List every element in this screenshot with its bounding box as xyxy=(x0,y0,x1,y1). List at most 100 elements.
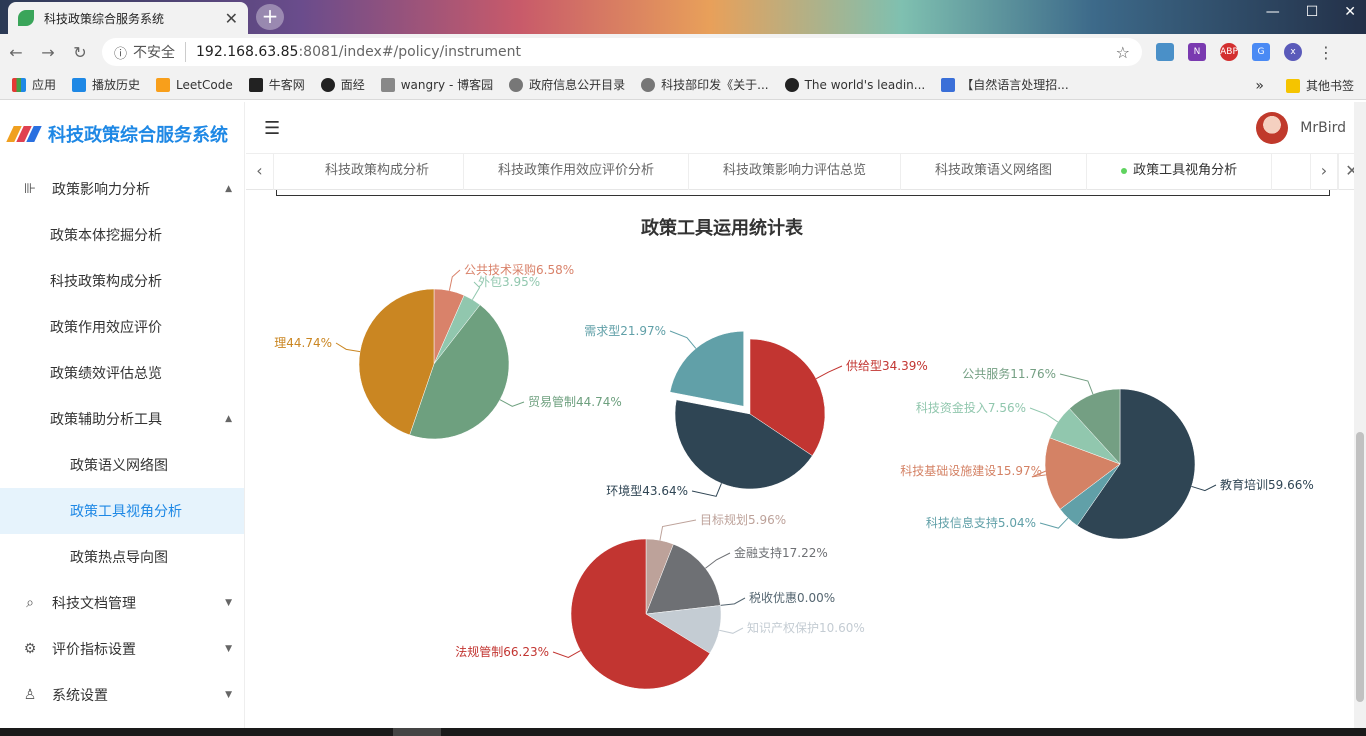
minimize-icon[interactable]: — xyxy=(1266,4,1280,20)
user-icon: ♙ xyxy=(23,687,37,703)
user-menu[interactable]: MrBird xyxy=(1256,112,1346,144)
scrollbar-thumb[interactable] xyxy=(1356,432,1364,702)
bookmark-mianjing[interactable]: 面经 xyxy=(320,76,365,93)
chevron-up-icon: ▲ xyxy=(225,414,232,424)
sidebar-item[interactable]: 政策辅助分析工具 ▲ xyxy=(0,396,244,442)
info-icon[interactable]: ⓘ xyxy=(114,43,127,62)
bookmark-apps[interactable]: 应用 xyxy=(12,76,56,93)
sidebar-item[interactable]: ⌕ 科技文档管理 ▼ xyxy=(0,580,244,626)
bookmark-nlp[interactable]: 【自然语言处理招... xyxy=(941,76,1069,93)
browser-tab-title: 科技政策综合服务系统 xyxy=(44,11,165,26)
pie-label: 知识产权保护10.60% xyxy=(747,621,865,635)
sidebar-menu: ⊪ 政策影响力分析 ▲ 政策本体挖掘分析科技政策构成分析政策作用效应评价 政策绩效评估总… xyxy=(0,166,244,718)
sidebar-item-label: 政策工具视角分析 xyxy=(70,504,182,520)
tabs-scroll-right-icon[interactable]: › xyxy=(1310,154,1338,190)
sidebar-item[interactable]: 科技政策构成分析 xyxy=(0,258,244,304)
extension-onenote-icon[interactable]: N xyxy=(1188,43,1206,61)
app-title: 科技政策综合服务系统 xyxy=(48,125,228,146)
sidebar-item[interactable]: 政策热点导向图 xyxy=(0,534,244,580)
tv-icon xyxy=(72,77,87,92)
menu-toggle-icon[interactable]: ☰ xyxy=(264,118,280,139)
bookmarks-bar: 应用 播放历史 LeetCode 牛客网 面经 wangry - 博客园 政府信… xyxy=(0,70,1366,100)
bookmark-history[interactable]: 播放历史 xyxy=(72,76,140,93)
bookmark-cnblogs[interactable]: wangry - 博客园 xyxy=(380,76,493,93)
sidebar-item[interactable]: ⚙ 评价指标设置 ▼ xyxy=(0,626,244,672)
pie-leader-line xyxy=(1029,407,1059,423)
pie-leader-line xyxy=(659,519,697,541)
page-tab[interactable]: 科技政策语义网络图 xyxy=(901,154,1088,190)
pie-label: 环境型43.64% xyxy=(606,483,688,498)
bookmark-label: The world's leadin... xyxy=(804,77,926,92)
gear-icon: ⚙ xyxy=(23,641,37,657)
bookmark-star-icon[interactable]: ☆ xyxy=(1116,43,1130,62)
sidebar-item-label: 政策作用效应评价 xyxy=(50,320,162,336)
page-tab[interactable]: 科技政策作用效应评价分析 xyxy=(464,154,690,190)
sidebar-item[interactable]: 政策作用效应评价 xyxy=(0,304,244,350)
sidebar-item-label: 系统设置 xyxy=(52,688,108,704)
sidebar-item-label: 政策绩效评估总览 xyxy=(50,366,162,382)
pie-charts: 公共技术采购6.58%外包3.95%贸易管制44.74%理44.74%供给型34… xyxy=(274,262,1314,690)
browser-tab-strip: 科技政策综合服务系统 ✕ + — ☐ ✕ xyxy=(0,0,1366,34)
new-tab-button[interactable]: + xyxy=(256,4,284,30)
sidebar-item[interactable]: 政策绩效评估总览 xyxy=(0,350,244,396)
main-content: 政策工具运用统计表 公共技术采购6.58% 外包3.95% 贸易管制44.74% 理4… xyxy=(252,198,1354,728)
chart-icon: ⊪ xyxy=(23,181,37,197)
sidebar-item[interactable]: ⊪ 政策影响力分析 ▲ xyxy=(0,166,244,212)
bookmark-label: LeetCode xyxy=(176,77,233,92)
sidebar: 科技政策综合服务系统 ⊪ 政策影响力分析 ▲ 政策本体挖掘分析科技政策构成分析政策作用… xyxy=(0,102,245,728)
browser-tab[interactable]: 科技政策综合服务系统 ✕ xyxy=(8,2,248,34)
bookmark-leetcode[interactable]: LeetCode xyxy=(156,77,233,92)
app-logo[interactable]: 科技政策综合服务系统 xyxy=(0,102,244,166)
github-icon xyxy=(784,77,799,92)
pie-leader-line xyxy=(719,627,744,634)
sidebar-item-label: 政策影响力分析 xyxy=(52,182,150,198)
back-icon[interactable]: ← xyxy=(0,43,32,62)
close-tab-icon[interactable]: ✕ xyxy=(225,9,238,28)
other-bookmarks[interactable]: 其他书签 xyxy=(1306,77,1354,94)
chrome-menu-icon[interactable]: ⋮ xyxy=(1318,43,1334,62)
close-window-icon[interactable]: ✕ xyxy=(1344,4,1356,20)
url-input[interactable]: ⓘ 不安全 192.168.63.85 :8081/index#/policy/… xyxy=(102,38,1142,66)
page-scrollbar[interactable] xyxy=(1354,102,1366,728)
pie-label: 供给型34.39% xyxy=(846,359,928,373)
maximize-icon[interactable]: ☐ xyxy=(1306,4,1319,20)
pie-slice[interactable] xyxy=(669,331,744,407)
avatar xyxy=(1256,112,1289,144)
tabs-scroll-left-icon[interactable]: ‹ xyxy=(246,154,274,190)
pie-label: 金融支持17.22% xyxy=(734,545,828,560)
sidebar-item[interactable]: 政策工具视角分析 xyxy=(0,488,244,534)
page-tab[interactable]: 科技政策构成分析 xyxy=(291,154,465,190)
pie-label: 科技资金投入7.56% xyxy=(916,400,1026,415)
sidebar-item[interactable]: 政策本体挖掘分析 xyxy=(0,212,244,258)
forward-icon[interactable]: → xyxy=(32,43,64,62)
bookmark-label: 政府信息公开目录 xyxy=(529,78,626,92)
folder-icon xyxy=(1285,78,1300,93)
pie-label: 法规管制66.23% xyxy=(455,644,549,659)
pie-label: 公共服务11.76% xyxy=(962,366,1056,381)
taskbar-active-app[interactable] xyxy=(393,728,441,736)
hand-pointer-icon xyxy=(941,77,956,92)
github-icon xyxy=(320,77,335,92)
bookmark-github[interactable]: The world's leadin... xyxy=(784,77,926,92)
page-tab[interactable]: 政策工具视角分析 xyxy=(1087,154,1273,190)
url-path: :8081/index#/policy/instrument xyxy=(298,44,521,60)
top-header: ☰ MrBird xyxy=(246,102,1366,154)
bookmark-gov-info[interactable]: 政府信息公开目录 xyxy=(509,76,625,93)
sidebar-item-label: 政策本体挖掘分析 xyxy=(50,228,162,244)
extension-translate-icon[interactable] xyxy=(1156,43,1174,61)
pie-leader-line xyxy=(815,365,843,380)
pie-leader-line xyxy=(448,269,461,291)
extension-google-translate-icon[interactable]: G xyxy=(1252,43,1270,61)
bookmark-most[interactable]: 科技部印发《关于... xyxy=(641,76,769,93)
nowcoder-icon xyxy=(248,77,263,92)
sidebar-item[interactable]: 政策语义网络图 xyxy=(0,442,244,488)
sidebar-item[interactable]: ♙ 系统设置 ▼ xyxy=(0,672,244,718)
page-tab[interactable]: 科技政策影响力评估总览 xyxy=(689,154,902,190)
reload-icon[interactable]: ↻ xyxy=(64,43,96,62)
extension-adblock-icon[interactable]: ABP xyxy=(1220,43,1238,61)
bookmark-nowcoder[interactable]: 牛客网 xyxy=(248,76,305,93)
bookmark-label: 【自然语言处理招... xyxy=(961,78,1069,92)
profile-avatar-icon[interactable]: x xyxy=(1284,43,1302,61)
bookmarks-overflow-icon[interactable]: » xyxy=(1255,78,1264,94)
security-label: 不安全 xyxy=(133,42,187,62)
